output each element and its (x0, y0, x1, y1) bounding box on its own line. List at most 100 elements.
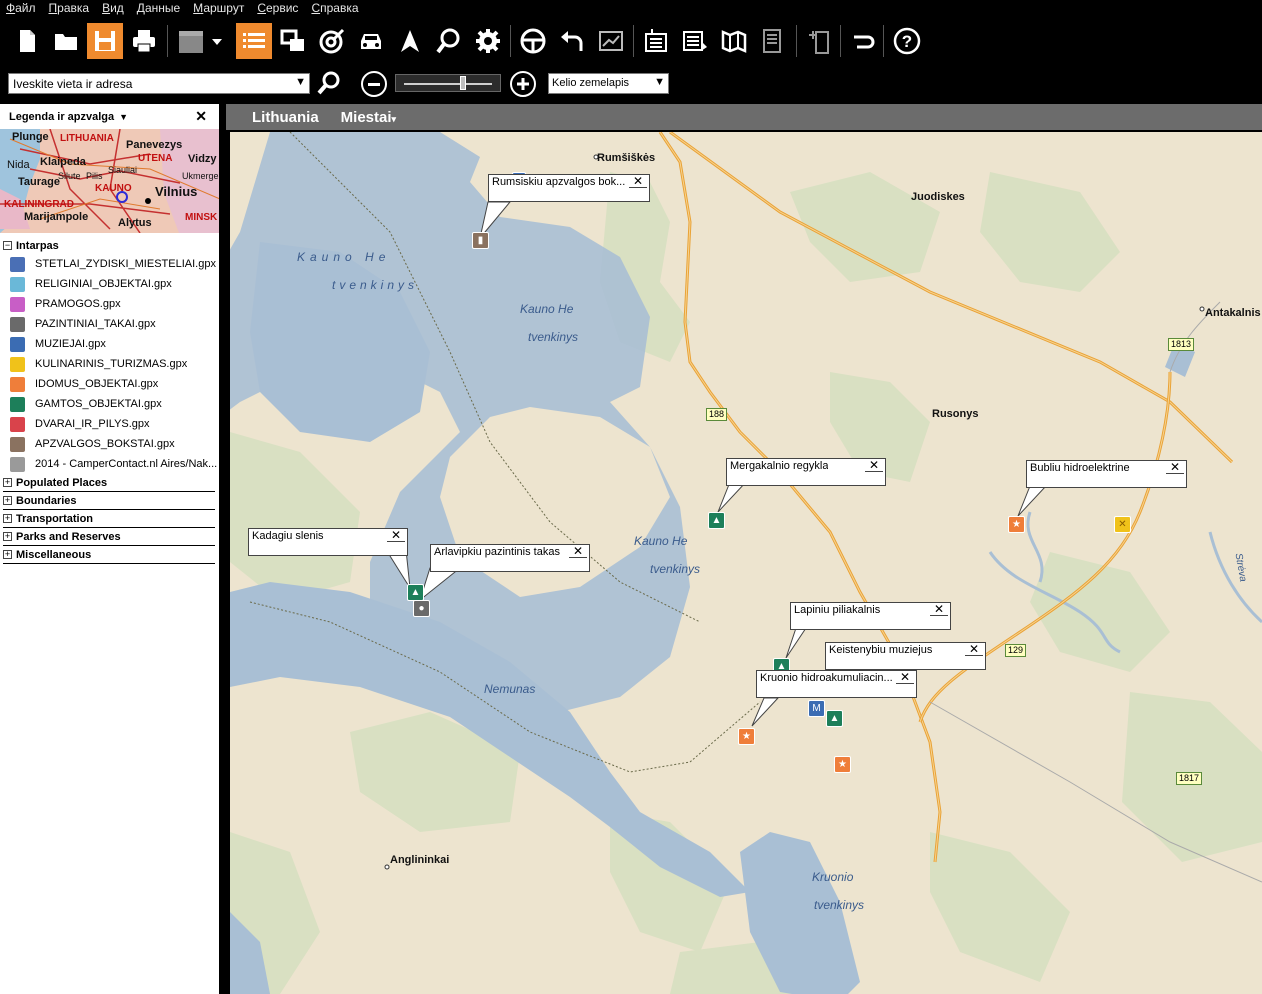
layer-item[interactable]: STETLAI_ZYDISKI_MIESTELIAI.gpx (0, 254, 219, 274)
expand-icon[interactable]: + (3, 532, 12, 541)
map-canvas[interactable]: Rumšiškės Juodiskes Antakalnis Rusonys A… (230, 132, 1262, 994)
poi-callout[interactable]: Arlavipkiu pazintinis takas ✕ (430, 544, 590, 572)
print-icon[interactable] (126, 23, 162, 59)
menu-file[interactable]: Файл (6, 1, 36, 15)
chevron-down-icon[interactable]: ▼ (654, 76, 665, 88)
zoom-slider-thumb[interactable] (460, 76, 467, 90)
place-label[interactable]: Antakalnis (1205, 307, 1261, 319)
close-icon[interactable]: ✕ (387, 529, 405, 542)
menu-data[interactable]: Данные (137, 1, 180, 15)
poi-callout[interactable]: Lapiniu piliakalnis ✕ (790, 602, 951, 630)
menu-help[interactable]: Справка (311, 1, 358, 15)
menu-view[interactable]: Вид (102, 1, 124, 15)
nature-tent-icon[interactable]: ▲ (407, 584, 424, 601)
poi-callout[interactable]: Bubliu hidroelektrine ✕ (1026, 460, 1187, 488)
close-icon[interactable]: ✕ (896, 671, 914, 684)
poi-callout[interactable]: Mergakalnio regykla ✕ (726, 458, 886, 486)
save-icon[interactable] (87, 23, 123, 59)
chevron-down-icon[interactable]: ▼ (119, 112, 128, 122)
import-icon[interactable] (638, 23, 674, 59)
breadcrumb-cities[interactable]: Miestai▾ (341, 109, 396, 126)
cutlery-icon[interactable]: ✕ (1114, 516, 1131, 533)
tree-group[interactable]: + Parks and Reserves (0, 528, 219, 545)
settings-icon[interactable] (470, 23, 506, 59)
help-icon[interactable]: ? (889, 23, 925, 59)
close-icon[interactable]: ✕ (930, 603, 948, 616)
layer-item[interactable]: KULINARINIS_TURIZMAS.gpx (0, 354, 219, 374)
zoom-in-button[interactable] (510, 71, 536, 97)
menu-edit[interactable]: Правка (49, 1, 90, 15)
museum-icon[interactable]: M (808, 700, 825, 717)
expand-icon[interactable]: + (3, 478, 12, 487)
layer-item[interactable]: APZVALGOS_BOKSTAI.gpx (0, 434, 219, 454)
poi-callout[interactable]: Keistenybiu muziejus ✕ (825, 642, 986, 670)
search-icon[interactable] (316, 70, 342, 96)
footprint-icon[interactable]: ● (413, 600, 430, 617)
interesting-star-icon[interactable]: ★ (738, 728, 755, 745)
list-icon[interactable] (236, 23, 272, 59)
tower-icon[interactable]: ▮ (472, 232, 489, 249)
nature-tent-icon[interactable]: ▲ (708, 512, 725, 529)
layer-item[interactable]: 2014 - CamperContact.nl Aires/Nak... (0, 454, 219, 474)
export-icon[interactable] (677, 23, 713, 59)
place-label[interactable]: Rusonys (932, 408, 978, 420)
layer-item[interactable]: PAZINTINIAI_TAKAI.gpx (0, 314, 219, 334)
undo-icon[interactable] (554, 23, 590, 59)
close-icon[interactable]: ✕ (965, 643, 983, 656)
close-icon[interactable]: ✕ (195, 108, 207, 125)
layer-item[interactable]: IDOMUS_OBJEKTAI.gpx (0, 374, 219, 394)
zoom-out-button[interactable] (361, 71, 387, 97)
magnet-icon[interactable] (845, 23, 881, 59)
menu-route[interactable]: Маршрут (193, 1, 244, 15)
tree-group[interactable]: + Boundaries (0, 492, 219, 509)
layer-item[interactable]: DVARAI_IR_PILYS.gpx (0, 414, 219, 434)
place-label[interactable]: Anglininkai (390, 854, 449, 866)
steering-wheel-icon[interactable] (515, 23, 551, 59)
map-book-icon[interactable] (716, 23, 752, 59)
chart-icon[interactable] (593, 23, 629, 59)
chevron-down-icon[interactable]: ▼ (295, 76, 306, 88)
report-icon[interactable] (755, 23, 791, 59)
tree-group[interactable]: + Miscellaneous (0, 546, 219, 563)
close-icon[interactable]: ✕ (569, 545, 587, 558)
copy-windows-icon[interactable] (275, 23, 311, 59)
menu-service[interactable]: Сервис (257, 1, 298, 15)
overview-label: Nida (7, 159, 30, 171)
tree-group-intarpas[interactable]: − Intarpas (0, 237, 219, 254)
breadcrumb-country[interactable]: Lithuania (252, 109, 319, 126)
tree-group[interactable]: + Populated Places (0, 474, 219, 491)
zoom-slider[interactable] (395, 74, 501, 92)
place-label[interactable]: Juodiskes (911, 191, 965, 203)
new-file-icon[interactable] (9, 23, 45, 59)
collapse-icon[interactable]: − (3, 241, 12, 250)
find-place-icon[interactable] (431, 23, 467, 59)
expand-icon[interactable]: + (3, 496, 12, 505)
close-icon[interactable]: ✕ (629, 175, 647, 188)
layer-item[interactable]: GAMTOS_OBJEKTAI.gpx (0, 394, 219, 414)
gps-track-icon[interactable] (314, 23, 350, 59)
overview-map[interactable]: Plunge LITHUANIA Panevezys Nida Klaipeda… (0, 129, 219, 233)
expand-icon[interactable]: + (3, 550, 12, 559)
interesting-star-icon[interactable]: ★ (1008, 516, 1025, 533)
layer-item[interactable]: MUZIEJAI.gpx (0, 334, 219, 354)
address-search-input[interactable]: Iveskite vieta ir adresa ▼ (8, 73, 310, 94)
navigation-arrow-icon[interactable] (392, 23, 428, 59)
expand-icon[interactable]: + (3, 514, 12, 523)
chevron-down-icon[interactable] (203, 23, 231, 59)
layer-item[interactable]: PRAMOGOS.gpx (0, 294, 219, 314)
poi-callout[interactable]: Kruonio hidroakumuliacin... ✕ (756, 670, 917, 698)
poi-callout[interactable]: Kadagiu slenis ✕ (248, 528, 408, 556)
close-icon[interactable]: ✕ (1166, 461, 1184, 474)
car-icon[interactable] (353, 23, 389, 59)
device-transfer-icon[interactable] (801, 23, 837, 59)
place-label[interactable]: Rumšiškės (597, 152, 655, 164)
map-type-select[interactable]: Kelio zemelapis ▼ (548, 73, 669, 94)
close-icon[interactable]: ✕ (865, 459, 883, 472)
layer-item[interactable]: RELIGINIAI_OBJEKTAI.gpx (0, 274, 219, 294)
interesting-star-icon[interactable]: ★ (834, 756, 851, 773)
legend-title[interactable]: Legenda ir apzvalga (9, 111, 114, 123)
nature-tent-icon[interactable]: ▲ (826, 710, 843, 727)
open-folder-icon[interactable] (48, 23, 84, 59)
tree-group[interactable]: + Transportation (0, 510, 219, 527)
poi-callout[interactable]: Rumsiskiu apzvalgos bok... ✕ (488, 174, 650, 202)
